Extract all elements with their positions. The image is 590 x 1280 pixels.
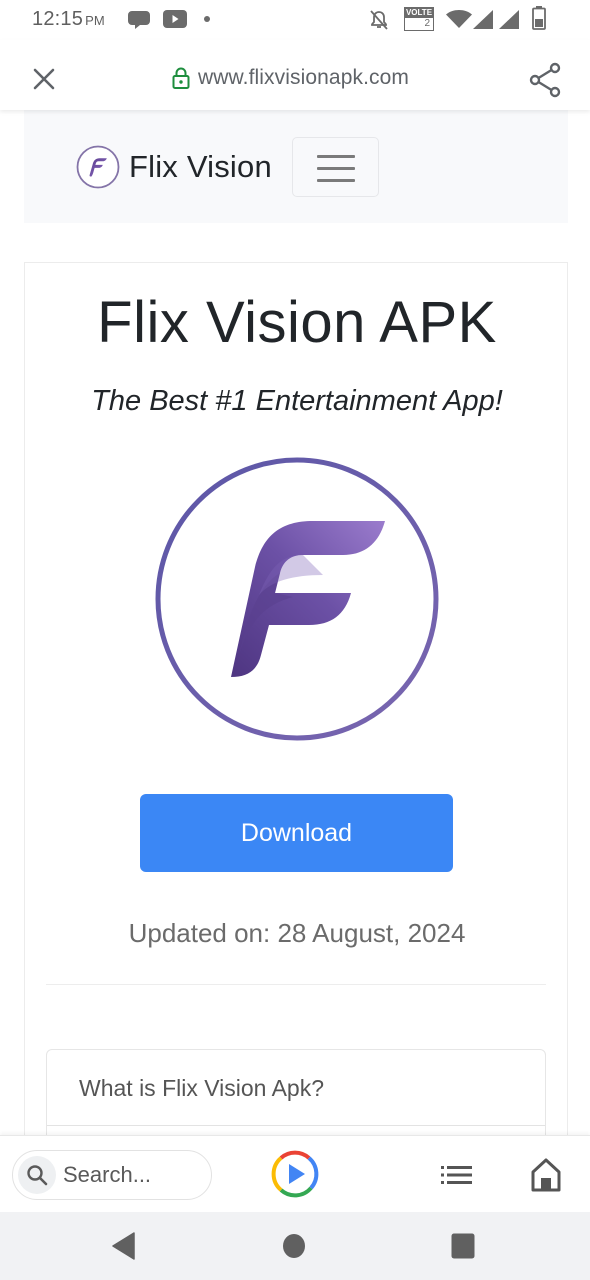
wifi-icon: [446, 10, 472, 28]
messages-icon: [128, 11, 150, 29]
status-time-ampm: PM: [85, 13, 105, 28]
list-icon[interactable]: [440, 1160, 474, 1190]
hamburger-line: [317, 179, 355, 182]
toc-item[interactable]: What is Flix Vision Apk?: [47, 1050, 545, 1126]
battery-icon: [532, 6, 546, 30]
home-circle-icon[interactable]: [282, 1233, 306, 1259]
search-input[interactable]: Search...: [12, 1150, 212, 1200]
bottom-toolbar: Search...: [0, 1135, 590, 1212]
url-bar[interactable]: www.flixvisionapk.com: [172, 66, 409, 90]
close-icon[interactable]: [30, 65, 58, 93]
updated-date: Updated on: 28 August, 2024: [128, 918, 466, 948]
search-placeholder: Search...: [63, 1162, 152, 1187]
notification-dot-icon: [204, 16, 210, 22]
share-icon[interactable]: [528, 62, 562, 98]
screen: 12:15 PM VOLTE 2 www.flixvisionapk.com F…: [0, 0, 590, 1280]
system-nav-bar: [0, 1212, 590, 1280]
site-navbar: Flix Vision: [24, 110, 568, 223]
play-icon[interactable]: [271, 1150, 319, 1198]
lock-icon: [172, 67, 190, 89]
url-text: www.flixvisionapk.com: [198, 66, 409, 89]
signal-icon: [499, 10, 519, 29]
volte-sim: 2: [424, 18, 430, 29]
brand-link[interactable]: Flix Vision: [76, 145, 272, 189]
search-icon-wrap: [18, 1156, 56, 1194]
table-of-contents: What is Flix Vision Apk?: [46, 1049, 546, 1135]
menu-toggle-button[interactable]: [292, 137, 379, 197]
browser-toolbar: www.flixvisionapk.com: [0, 40, 590, 110]
page-title: Flix Vision APK: [97, 290, 497, 355]
web-page: Flix Vision Flix Vision APK The Best #1 …: [0, 110, 590, 1135]
status-bar: 12:15 PM VOLTE 2: [0, 0, 590, 40]
download-button[interactable]: Download: [140, 794, 453, 872]
signal-icon: [473, 10, 493, 29]
brand-logo-icon: [76, 145, 120, 189]
divider: [46, 984, 546, 985]
bell-muted-icon: [370, 10, 388, 30]
hamburger-line: [317, 167, 355, 170]
page-subtitle: The Best #1 Entertainment App!: [91, 385, 503, 417]
status-time-value: 12:15: [32, 8, 84, 30]
search-icon: [27, 1165, 48, 1186]
hero-card: Flix Vision APK The Best #1 Entertainmen…: [24, 262, 568, 1135]
brand-name: Flix Vision: [129, 149, 272, 184]
home-icon[interactable]: [530, 1158, 562, 1192]
youtube-icon: [163, 10, 187, 28]
recents-icon[interactable]: [451, 1233, 475, 1259]
app-logo-icon: [155, 457, 439, 741]
volte-label: VOLTE: [405, 8, 433, 18]
back-icon[interactable]: [110, 1231, 138, 1261]
volte-icon: VOLTE 2: [404, 7, 434, 31]
hamburger-line: [317, 155, 355, 158]
status-time: 12:15 PM: [32, 8, 105, 31]
